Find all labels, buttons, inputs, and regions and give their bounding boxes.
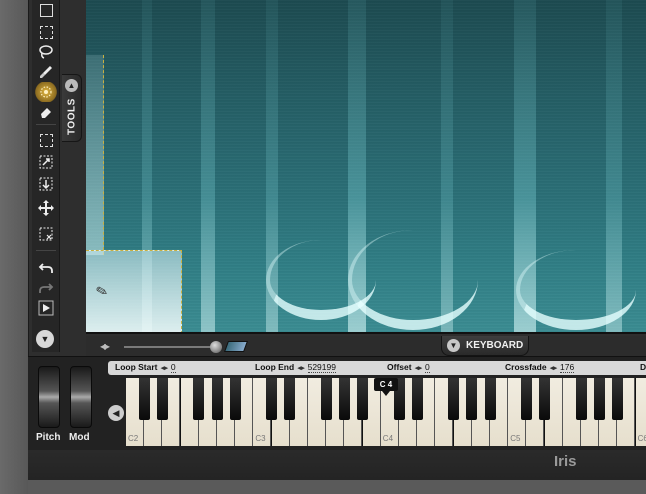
crossfade-value[interactable]: 176 <box>559 362 575 373</box>
black-key[interactable] <box>156 378 168 420</box>
magic-wand-icon[interactable] <box>35 82 57 102</box>
octave-label: C2 <box>128 434 139 443</box>
offset-field[interactable]: Offset ◂▸ 0 <box>387 362 430 373</box>
move-down-icon[interactable] <box>35 174 57 194</box>
display-mode-swatch[interactable] <box>223 341 249 352</box>
pitch-wheel[interactable] <box>38 366 60 428</box>
zoom-bar: ◂▸ <box>86 336 646 356</box>
black-key[interactable] <box>357 378 369 420</box>
root-note-marker[interactable]: C 4 <box>374 378 398 396</box>
tools-tab-label: TOOLS <box>66 98 78 136</box>
scale-icon[interactable] <box>35 152 57 172</box>
performance-wheels: Pitch Mod <box>34 360 96 448</box>
move-icon[interactable] <box>35 198 57 218</box>
arrows-horizontal-icon: ◂▸ <box>549 365 557 372</box>
octave-label: C3 <box>255 434 266 443</box>
black-key[interactable] <box>575 378 587 420</box>
loop-start-value[interactable]: 0 <box>170 362 176 373</box>
desktop-background-bottom <box>28 480 646 494</box>
brush-icon[interactable] <box>35 62 57 82</box>
loop-start-label: Loop Start <box>115 362 158 372</box>
play-icon[interactable] <box>35 298 57 318</box>
black-key[interactable] <box>211 378 223 420</box>
redo-icon[interactable] <box>35 278 57 298</box>
black-key[interactable] <box>138 378 150 420</box>
black-key[interactable] <box>539 378 551 420</box>
black-key[interactable] <box>448 378 460 420</box>
truncated-field-label: D <box>640 362 646 372</box>
loop-start-field[interactable]: Loop Start ◂▸ 0 <box>115 362 176 373</box>
desktop-background <box>0 0 28 494</box>
octave-left-button[interactable]: ◀ <box>108 405 124 421</box>
rect-select-icon[interactable] <box>35 0 57 20</box>
chevron-down-icon[interactable]: ▼ <box>447 339 460 352</box>
arrows-horizontal-icon: ◂▸ <box>414 365 422 372</box>
pitch-label: Pitch <box>36 432 61 443</box>
black-key[interactable] <box>284 378 296 420</box>
octave-label: C6 <box>637 434 646 443</box>
zoom-slider-track[interactable] <box>124 346 222 348</box>
undo-icon[interactable] <box>35 258 57 278</box>
mod-label: Mod <box>69 432 90 443</box>
eraser-icon[interactable] <box>35 102 57 122</box>
black-key[interactable] <box>411 378 423 420</box>
loop-parameters-bar: Loop Start ◂▸ 0 Loop End ◂▸ 529199 Offset … <box>108 361 646 375</box>
offset-label: Offset <box>387 362 412 372</box>
transient-sweep <box>348 230 478 330</box>
black-key[interactable] <box>338 378 350 420</box>
tool-separator <box>36 124 56 125</box>
keyboard-tab[interactable]: ▼ KEYBOARD <box>441 336 529 356</box>
brand-logo: Iris <box>554 453 577 470</box>
lasso-icon[interactable] <box>35 42 57 62</box>
crossfade-field[interactable]: Crossfade ◂▸ 176 <box>505 362 575 373</box>
transform-icon[interactable] <box>35 130 57 150</box>
black-key[interactable] <box>320 378 332 420</box>
chevron-up-icon[interactable]: ▲ <box>65 79 78 92</box>
spectral-streak <box>201 0 215 332</box>
loop-end-value[interactable]: 529199 <box>307 362 336 373</box>
black-key[interactable] <box>593 378 605 420</box>
octave-label: C5 <box>510 434 521 443</box>
crossfade-label: Crossfade <box>505 362 547 372</box>
black-key[interactable] <box>229 378 241 420</box>
waveform-zoom-icon: ◂▸ <box>100 339 110 353</box>
tool-separator <box>36 250 56 251</box>
rect-select-icon[interactable] <box>35 22 57 42</box>
loop-end-field[interactable]: Loop End ◂▸ 529199 <box>255 362 336 373</box>
arrows-horizontal-icon: ◂▸ <box>297 365 305 372</box>
octave-label: C4 <box>382 434 394 443</box>
tools-tab[interactable]: ▲ TOOLS <box>62 74 82 142</box>
clear-selection-icon[interactable] <box>35 224 57 244</box>
spectrogram-view[interactable]: ✎ <box>86 0 646 334</box>
keyboard-tab-label: KEYBOARD <box>466 340 524 351</box>
black-key[interactable] <box>466 378 478 420</box>
black-key[interactable] <box>611 378 623 420</box>
selection-region[interactable] <box>86 55 104 255</box>
black-key[interactable] <box>193 378 205 420</box>
tool-palette <box>32 0 60 352</box>
black-key[interactable] <box>484 378 496 420</box>
offset-value[interactable]: 0 <box>424 362 430 373</box>
black-key[interactable] <box>266 378 278 420</box>
chevron-down-icon[interactable]: ▼ <box>36 330 54 348</box>
black-key[interactable] <box>520 378 532 420</box>
arrows-horizontal-icon: ◂▸ <box>160 365 168 372</box>
transient-sweep <box>516 250 636 330</box>
zoom-slider-knob[interactable] <box>210 341 222 353</box>
loop-end-label: Loop End <box>255 362 295 372</box>
mod-wheel[interactable] <box>70 366 92 428</box>
arrow-left-icon: ◀ <box>112 407 120 418</box>
